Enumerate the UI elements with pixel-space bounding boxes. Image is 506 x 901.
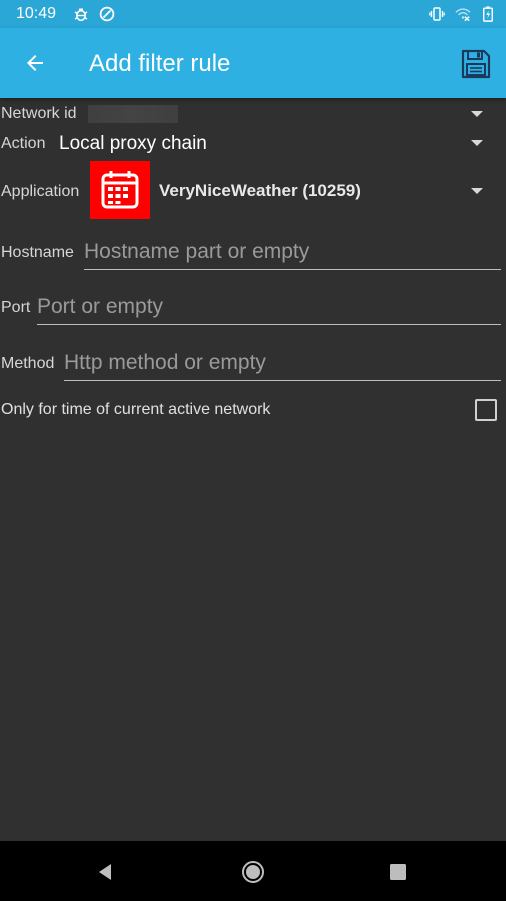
app-bar: Add filter rule bbox=[0, 28, 506, 98]
hostname-label: Hostname bbox=[1, 244, 74, 261]
current-network-only-label: Only for time of current active network bbox=[1, 401, 271, 418]
current-network-only-checkbox[interactable] bbox=[475, 399, 497, 421]
action-select[interactable]: Local proxy chain bbox=[59, 134, 207, 154]
nav-recents-button[interactable] bbox=[383, 857, 413, 887]
back-button[interactable] bbox=[20, 48, 50, 78]
data-saver-icon bbox=[99, 6, 115, 22]
recents-square-icon bbox=[390, 864, 406, 880]
hostname-field-wrapper bbox=[84, 236, 501, 270]
back-triangle-icon bbox=[99, 864, 111, 880]
application-select[interactable]: VeryNiceWeather (10259) bbox=[159, 181, 361, 201]
nav-home-button[interactable] bbox=[238, 857, 268, 887]
method-field-wrapper bbox=[64, 347, 501, 381]
nav-back-button[interactable] bbox=[90, 857, 120, 887]
wifi-off-icon bbox=[455, 8, 471, 22]
port-field-wrapper bbox=[37, 291, 501, 325]
home-circle-icon bbox=[242, 861, 264, 883]
port-label: Port bbox=[1, 299, 31, 316]
network-id-label: Network id bbox=[1, 105, 77, 122]
application-label: Application bbox=[1, 183, 80, 200]
save-button[interactable] bbox=[458, 46, 494, 82]
status-bar: 10:49 bbox=[0, 0, 506, 28]
page-title: Add filter rule bbox=[89, 50, 231, 77]
floppy-disk-icon bbox=[461, 49, 491, 79]
method-input[interactable] bbox=[64, 347, 501, 379]
bug-icon bbox=[74, 8, 88, 22]
status-time: 10:49 bbox=[16, 5, 57, 22]
network-id-value-redacted[interactable] bbox=[88, 105, 178, 123]
network-id-dropdown-arrow-icon[interactable] bbox=[470, 109, 484, 119]
application-app-icon bbox=[90, 161, 150, 219]
battery-charging-icon bbox=[483, 6, 493, 22]
application-dropdown-arrow-icon[interactable] bbox=[470, 186, 484, 196]
vibrate-icon bbox=[429, 7, 445, 21]
action-dropdown-arrow-icon[interactable] bbox=[470, 138, 484, 148]
calendar-icon bbox=[101, 171, 139, 209]
action-label: Action bbox=[1, 135, 46, 152]
port-input[interactable] bbox=[37, 291, 501, 323]
method-label: Method bbox=[1, 355, 55, 372]
hostname-input[interactable] bbox=[84, 236, 501, 268]
arrow-left-icon bbox=[27, 55, 43, 71]
navigation-bar bbox=[0, 841, 506, 901]
